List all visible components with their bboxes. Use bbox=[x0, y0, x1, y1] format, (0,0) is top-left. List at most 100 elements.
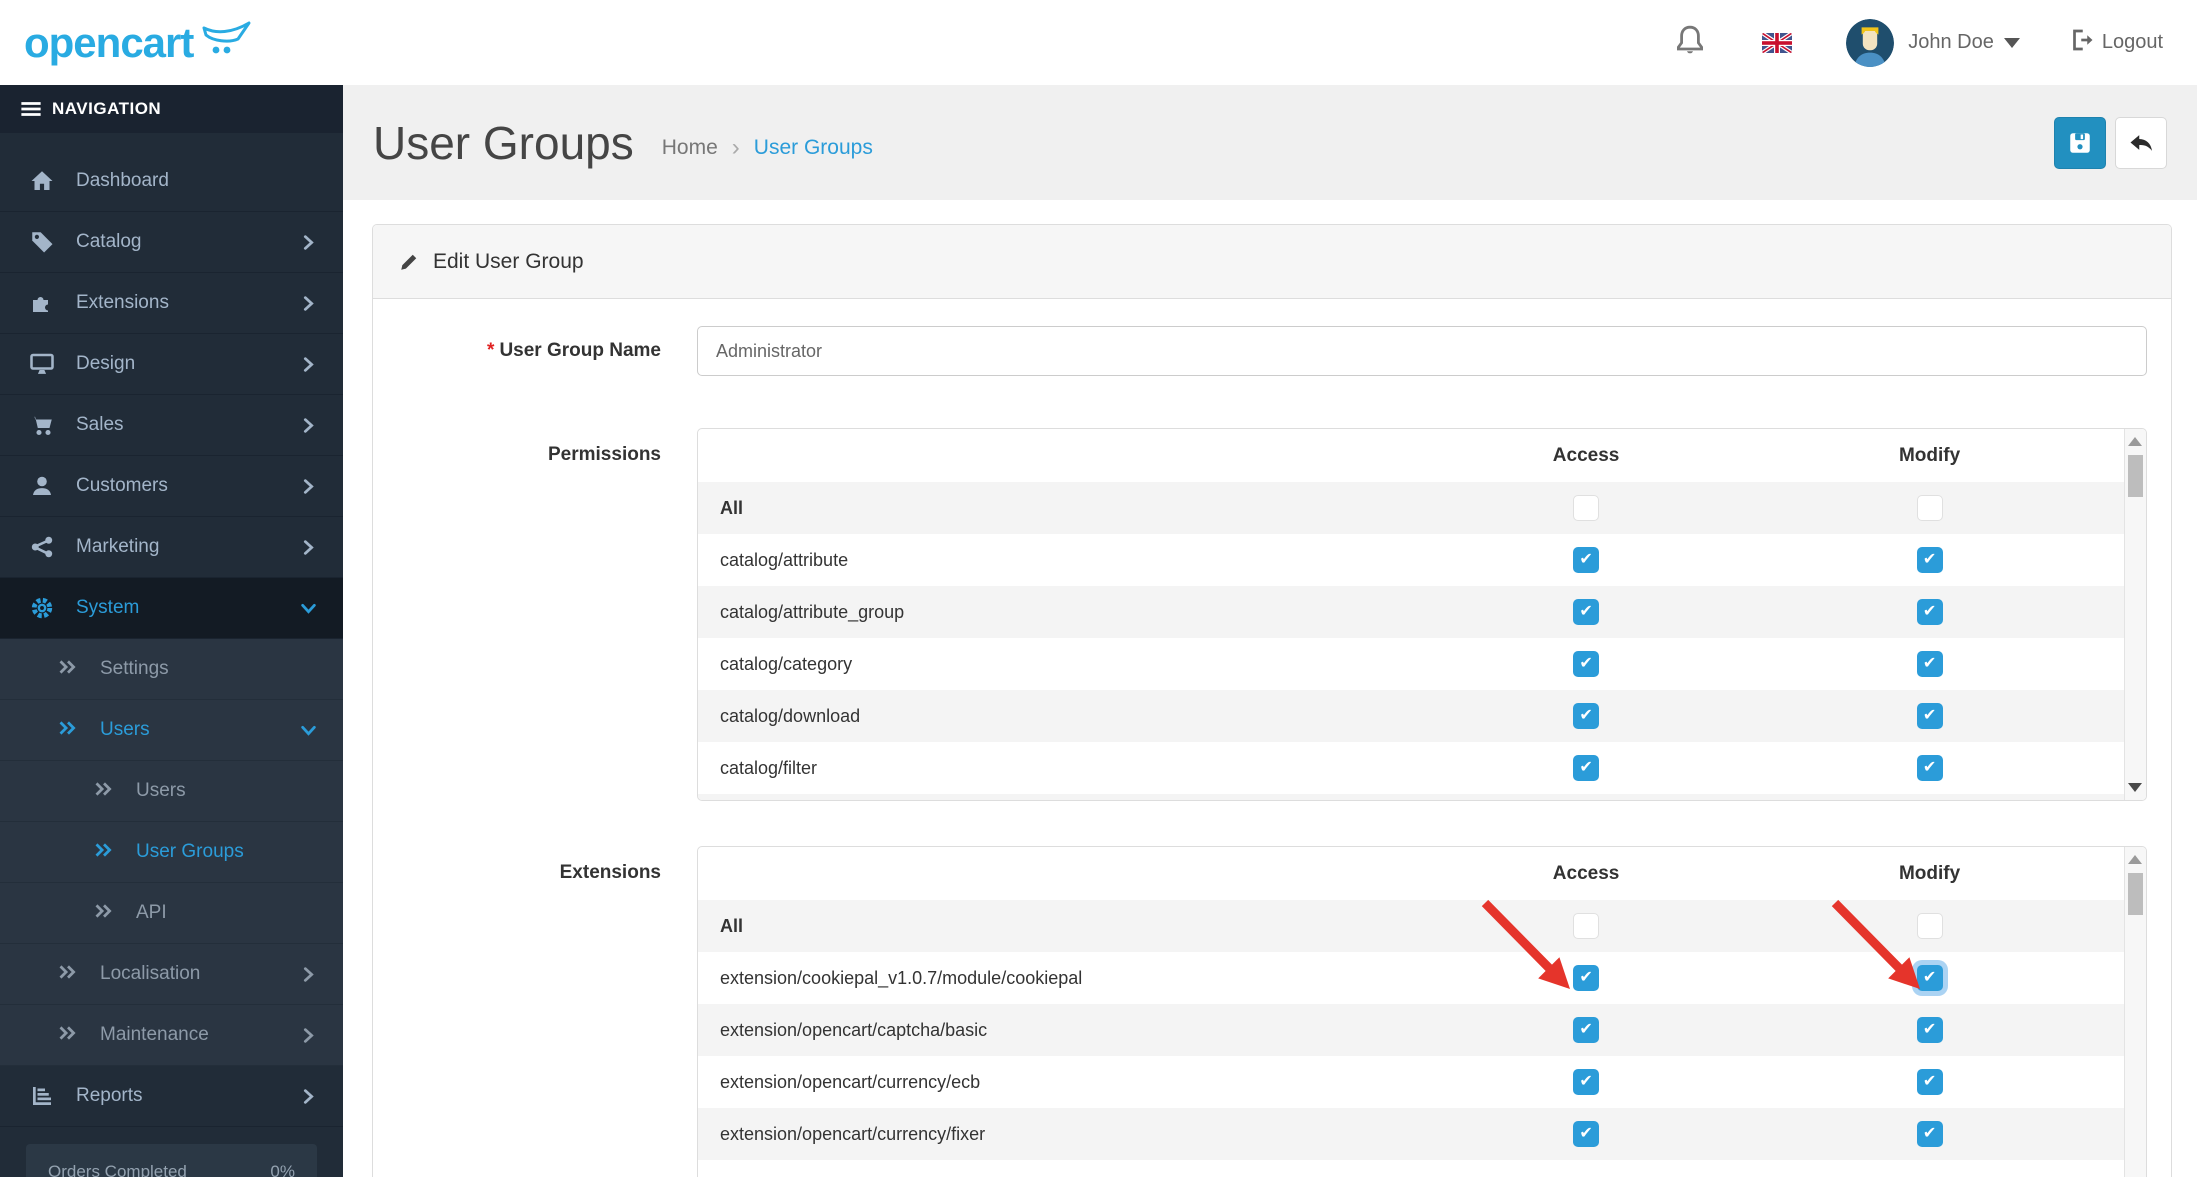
modify-checkbox[interactable] bbox=[1916, 495, 1943, 521]
top-bar: opencart John Doe Logout bbox=[0, 0, 2197, 85]
home-icon bbox=[30, 169, 54, 193]
sidebar-item-users[interactable]: Users bbox=[0, 761, 343, 822]
content-area: Edit User Group *User Group Name Permiss… bbox=[343, 200, 2197, 1177]
sidebar-item-users[interactable]: Users bbox=[0, 700, 343, 761]
opencart-logo[interactable]: opencart bbox=[24, 19, 257, 67]
modify-checkbox-cell bbox=[1734, 913, 2125, 939]
modify-checkbox[interactable] bbox=[1916, 755, 1943, 781]
sidebar-item-extensions[interactable]: Extensions bbox=[0, 273, 343, 334]
modify-checkbox-cell bbox=[1734, 1121, 2125, 1147]
route-name: catalog/attribute_group bbox=[720, 601, 905, 622]
access-checkbox[interactable] bbox=[1573, 547, 1600, 573]
modify-checkbox[interactable] bbox=[1916, 965, 1943, 991]
sidebar: NAVIGATION Dashboard Catalog Extensions Des… bbox=[0, 85, 343, 1177]
user-menu-caret-icon[interactable] bbox=[2003, 37, 2020, 48]
main-content: User Groups Home › User Groups Edit User… bbox=[343, 85, 2197, 1177]
sidebar-item-maintenance[interactable]: Maintenance bbox=[0, 1005, 343, 1066]
user-avatar[interactable] bbox=[1846, 18, 1895, 67]
breadcrumb-current-link[interactable]: User Groups bbox=[754, 136, 873, 160]
chevron-down-icon bbox=[300, 722, 317, 739]
sidebar-item-settings[interactable]: Settings bbox=[0, 639, 343, 700]
logout-button[interactable]: Logout bbox=[2070, 28, 2163, 58]
sidebar-item-label: Users bbox=[136, 780, 186, 801]
sidebar-item-design[interactable]: Design bbox=[0, 334, 343, 395]
sidebar-item-label: Localisation bbox=[100, 963, 201, 984]
route-name: All bbox=[720, 497, 744, 518]
sidebar-menu: Dashboard Catalog Extensions Design Sales Cus… bbox=[0, 133, 343, 1127]
hamburger-menu-icon[interactable] bbox=[20, 98, 42, 120]
sidebar-item-marketing[interactable]: Marketing bbox=[0, 517, 343, 578]
breadcrumb-home-link[interactable]: Home bbox=[662, 136, 718, 160]
notifications-bell-icon[interactable] bbox=[1674, 24, 1706, 61]
chevron-right-icon bbox=[300, 966, 317, 983]
access-checkbox[interactable] bbox=[1573, 1017, 1600, 1043]
modify-checkbox[interactable] bbox=[1916, 913, 1943, 939]
opencart-admin-window: opencart John Doe Logout NAVIGATION Dash… bbox=[0, 0, 2197, 1177]
access-checkbox[interactable] bbox=[1573, 599, 1600, 625]
sidebar-item-label: Catalog bbox=[76, 231, 142, 252]
access-checkbox-cell bbox=[1438, 599, 1734, 625]
scrollbar-thumb[interactable] bbox=[2128, 873, 2143, 915]
route-name: catalog/download bbox=[720, 705, 861, 726]
access-checkbox[interactable] bbox=[1573, 495, 1600, 521]
access-checkbox[interactable] bbox=[1573, 965, 1600, 991]
modify-checkbox[interactable] bbox=[1916, 599, 1943, 625]
modify-checkbox[interactable] bbox=[1916, 1017, 1943, 1043]
access-checkbox-cell bbox=[1438, 755, 1734, 781]
language-flag-icon[interactable] bbox=[1762, 32, 1793, 53]
access-checkbox[interactable] bbox=[1573, 755, 1600, 781]
stat-value: 0% bbox=[270, 1162, 295, 1177]
modify-checkbox[interactable] bbox=[1916, 1069, 1943, 1095]
user-name[interactable]: John Doe bbox=[1908, 31, 1994, 54]
sidebar-item-reports[interactable]: Reports bbox=[0, 1066, 343, 1127]
tag-icon bbox=[30, 230, 54, 254]
access-checkbox[interactable] bbox=[1573, 1121, 1600, 1147]
user-group-name-input[interactable] bbox=[697, 326, 2147, 376]
modify-checkbox-cell bbox=[1734, 651, 2125, 677]
sidebar-item-label: Customers bbox=[76, 475, 168, 496]
sidebar-item-catalog[interactable]: Catalog bbox=[0, 212, 343, 273]
save-button[interactable] bbox=[2054, 116, 2106, 169]
scrollbar-thumb[interactable] bbox=[2128, 455, 2143, 497]
sidebar-item-user-groups[interactable]: User Groups bbox=[0, 822, 343, 883]
route-name: extension/opencart/currency/ecb bbox=[720, 1071, 981, 1092]
scrollbar-up-arrow-icon[interactable] bbox=[2128, 437, 2142, 446]
access-checkbox[interactable] bbox=[1573, 1069, 1600, 1095]
sidebar-item-label: Design bbox=[76, 353, 136, 374]
table-row: extension/opencart/currency/fixer bbox=[698, 1108, 2125, 1160]
sidebar-item-api[interactable]: API bbox=[0, 883, 343, 944]
chart-icon bbox=[30, 1084, 54, 1108]
access-column-header: Access bbox=[1552, 862, 1620, 884]
permissions-table: Access Modify All catalog/attribute catalo… bbox=[697, 428, 2147, 801]
modify-checkbox[interactable] bbox=[1916, 547, 1943, 573]
sidebar-item-label: User Groups bbox=[136, 841, 244, 862]
access-checkbox[interactable] bbox=[1573, 651, 1600, 677]
navigation-header-label: NAVIGATION bbox=[52, 99, 162, 118]
sidebar-item-label: Marketing bbox=[76, 536, 160, 557]
permissions-table-header: Access Modify bbox=[698, 429, 2125, 482]
back-button[interactable] bbox=[2115, 116, 2167, 169]
modify-checkbox-cell bbox=[1734, 1069, 2125, 1095]
modify-checkbox[interactable] bbox=[1916, 1121, 1943, 1147]
modify-checkbox[interactable] bbox=[1916, 651, 1943, 677]
logout-icon bbox=[2070, 28, 2094, 58]
modify-checkbox[interactable] bbox=[1916, 703, 1943, 729]
access-checkbox[interactable] bbox=[1573, 913, 1600, 939]
sidebar-item-dashboard[interactable]: Dashboard bbox=[0, 151, 343, 212]
sidebar-item-sales[interactable]: Sales bbox=[0, 395, 343, 456]
scrollbar-up-arrow-icon[interactable] bbox=[2128, 855, 2142, 864]
permissions-scrollbar[interactable] bbox=[2124, 429, 2146, 800]
scrollbar-down-arrow-icon[interactable] bbox=[2128, 783, 2142, 792]
extensions-scrollbar[interactable] bbox=[2124, 847, 2146, 1177]
access-column-header: Access bbox=[1552, 444, 1620, 466]
sidebar-item-localisation[interactable]: Localisation bbox=[0, 944, 343, 1005]
gear-icon bbox=[30, 596, 54, 620]
sidebar-item-system[interactable]: System bbox=[0, 578, 343, 639]
sidebar-item-customers[interactable]: Customers bbox=[0, 456, 343, 517]
page-title: User Groups bbox=[373, 116, 634, 169]
access-checkbox[interactable] bbox=[1573, 703, 1600, 729]
panel-heading: Edit User Group bbox=[373, 225, 2171, 299]
chevron-right-icon bbox=[300, 539, 317, 556]
access-checkbox-cell bbox=[1438, 495, 1734, 521]
user-group-name-row: * User Group Name bbox=[397, 326, 2147, 376]
